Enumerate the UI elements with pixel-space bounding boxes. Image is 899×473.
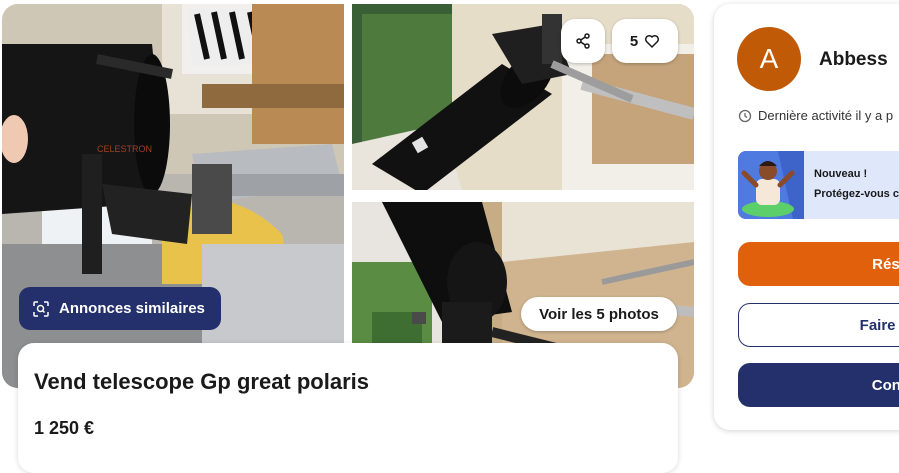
- listing-info-card: Vend telescope Gp great polaris 1 250 €: [18, 343, 678, 473]
- seller-card: A Abbess Dernière activité il y a p Nouv…: [714, 4, 899, 430]
- view-all-photos-button[interactable]: Voir les 5 photos: [521, 297, 677, 331]
- promo-text: Protégez-vous c: [814, 188, 899, 200]
- seller-name[interactable]: Abbess: [819, 49, 888, 71]
- last-activity-text: Dernière activité il y a p: [758, 108, 894, 123]
- similar-search-icon: [33, 300, 49, 317]
- brand-label: CELESTRON: [97, 144, 152, 154]
- favorites-count: 5: [629, 32, 639, 50]
- share-icon: [576, 33, 590, 49]
- make-offer-button[interactable]: Faire une: [738, 303, 899, 347]
- promo-new-label: Nouveau !: [814, 168, 868, 180]
- listing-title: Vend telescope Gp great polaris: [34, 369, 369, 394]
- share-button[interactable]: [561, 19, 605, 63]
- promo-illustration: [738, 151, 804, 219]
- favorite-button[interactable]: 5: [612, 19, 678, 63]
- offer-label: Faire une: [859, 316, 899, 334]
- reserve-label: Réser: [872, 255, 899, 273]
- avatar[interactable]: A: [737, 27, 801, 91]
- view-photos-label: Voir les 5 photos: [539, 305, 659, 323]
- reserve-button[interactable]: Réser: [738, 242, 899, 286]
- heart-icon: [645, 34, 660, 48]
- main-photo[interactable]: CELESTRON: [2, 4, 344, 388]
- similar-ads-label: Annonces similaires: [59, 300, 205, 317]
- contact-label: Conta: [871, 376, 899, 394]
- listing-price: 1 250 €: [34, 418, 95, 438]
- contact-button[interactable]: Conta: [738, 363, 899, 407]
- protection-promo-banner[interactable]: Nouveau ! Protégez-vous c: [738, 151, 899, 219]
- last-activity: Dernière activité il y a p: [738, 108, 893, 123]
- similar-ads-button[interactable]: Annonces similaires: [19, 287, 221, 330]
- clock-icon: [738, 109, 752, 122]
